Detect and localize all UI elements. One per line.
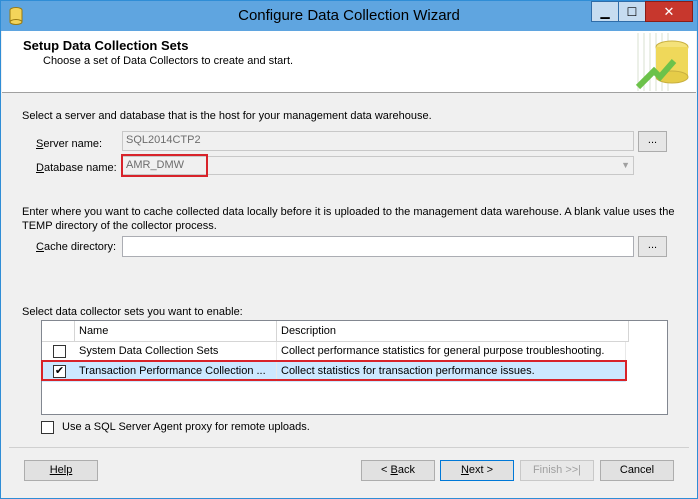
- collector-sets-instruction: Select data collector sets you want to e…: [22, 306, 243, 318]
- cache-directory-input[interactable]: [122, 236, 634, 257]
- highlight-transaction-row-box: [41, 360, 627, 381]
- help-button[interactable]: Help: [24, 460, 98, 481]
- cache-directory-label: Cache directory:: [36, 241, 117, 253]
- server-name-label: Server name:: [36, 138, 103, 150]
- back-button[interactable]: < Back: [361, 460, 435, 481]
- page-title: Setup Data Collection Sets: [23, 38, 189, 53]
- close-button[interactable]: ✕: [645, 1, 693, 22]
- next-button[interactable]: Next >: [440, 460, 514, 481]
- minimize-button[interactable]: ▁: [591, 1, 618, 22]
- finish-button[interactable]: Finish >>|: [520, 460, 594, 481]
- server-name-field: SQL2014CTP2: [122, 131, 634, 151]
- server-instruction: Select a server and database that is the…: [22, 110, 432, 122]
- proxy-label: Use a SQL Server Agent proxy for remote …: [62, 421, 310, 433]
- wizard-window: Configure Data Collection Wizard ▁ ☐ ✕ S…: [0, 0, 698, 499]
- maximize-icon: ☐: [626, 4, 638, 19]
- proxy-checkbox[interactable]: [41, 421, 54, 434]
- database-wizard-icon: [634, 33, 694, 91]
- footer-divider: [9, 447, 689, 448]
- cache-instruction-line1: Enter where you want to cache collected …: [22, 206, 675, 218]
- grid-row[interactable]: System Data Collection Sets Collect perf…: [42, 342, 626, 362]
- chevron-down-icon: ▼: [621, 160, 630, 170]
- grid-header: Name Description: [42, 321, 629, 342]
- grid-header-name[interactable]: Name: [75, 321, 277, 342]
- highlight-database-box: [121, 154, 208, 177]
- row-description: Collect performance statistics for gener…: [277, 342, 626, 362]
- minimize-icon: ▁: [600, 4, 610, 19]
- wizard-header: Setup Data Collection Sets Choose a set …: [2, 31, 696, 93]
- page-subtitle: Choose a set of Data Collectors to creat…: [43, 55, 294, 67]
- cancel-button[interactable]: Cancel: [600, 460, 674, 481]
- row-name: System Data Collection Sets: [75, 342, 277, 362]
- cache-browse-button[interactable]: ...: [638, 236, 667, 257]
- cache-instruction-line2: TEMP directory of the collector process.: [22, 220, 217, 232]
- maximize-button[interactable]: ☐: [618, 1, 645, 22]
- row-checkbox[interactable]: [53, 345, 66, 358]
- grid-header-check: [42, 321, 75, 342]
- server-browse-button[interactable]: ...: [638, 131, 667, 152]
- database-name-label: Database name:: [36, 162, 117, 174]
- close-icon: ✕: [663, 3, 675, 19]
- title-bar[interactable]: Configure Data Collection Wizard ▁ ☐ ✕: [1, 1, 697, 31]
- grid-header-description[interactable]: Description: [277, 321, 629, 342]
